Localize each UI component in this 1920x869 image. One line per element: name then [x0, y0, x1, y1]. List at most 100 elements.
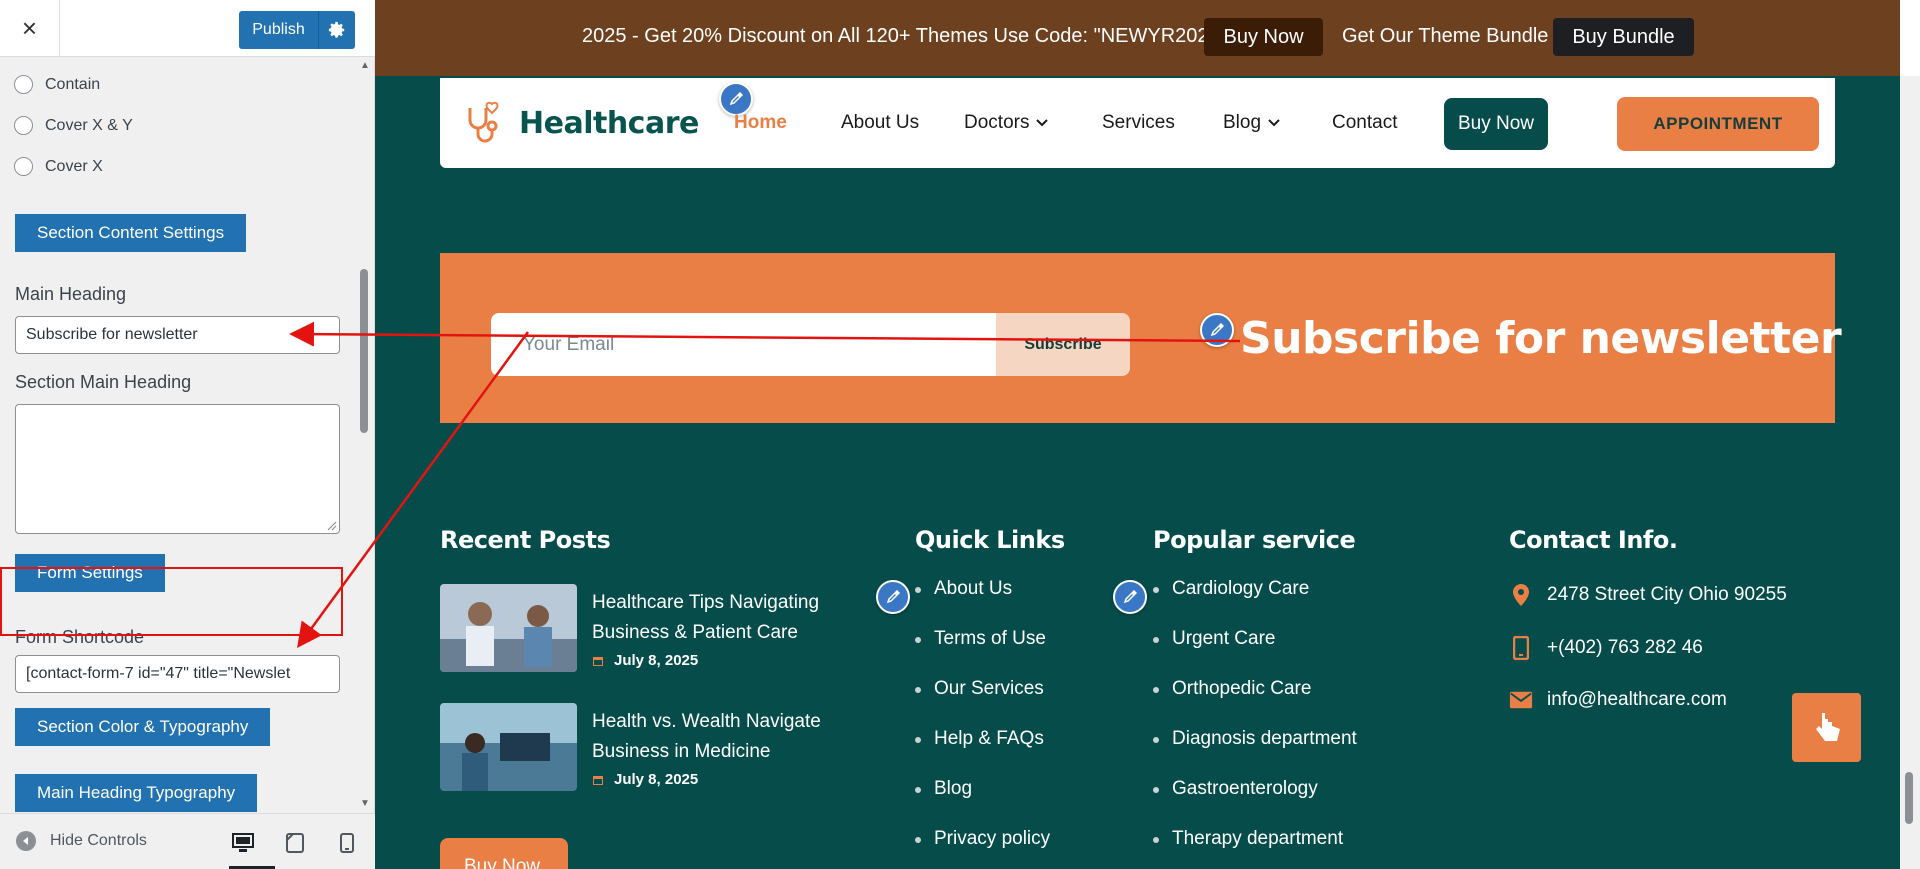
close-customizer-button[interactable]: × — [0, 0, 60, 57]
nav-home[interactable]: Home — [734, 112, 787, 134]
scrollbar-thumb[interactable] — [1905, 772, 1913, 824]
hand-pointer-icon — [1815, 712, 1840, 741]
address-text: 2478 Street City Ohio 90255 — [1547, 584, 1787, 605]
service-item[interactable]: Gastroenterology — [1153, 778, 1357, 828]
preview-scrollbar[interactable] — [1900, 76, 1920, 869]
hide-controls-button[interactable]: Hide Controls — [16, 831, 147, 851]
nav-services[interactable]: Services — [1102, 112, 1175, 134]
subscribe-button[interactable]: Subscribe — [996, 313, 1130, 376]
promo-buy-bundle-button[interactable]: Buy Bundle — [1553, 18, 1694, 56]
service-item[interactable]: Cardiology Care — [1153, 578, 1357, 628]
popular-service-list: Cardiology Care Urgent Care Orthopedic C… — [1153, 578, 1357, 869]
quick-links-heading: Quick Links — [915, 526, 1065, 554]
section-main-heading-textarea[interactable] — [15, 404, 340, 534]
pencil-icon — [1210, 323, 1224, 337]
quick-link-item[interactable]: Privacy policy — [915, 828, 1050, 869]
scroll-up-icon[interactable]: ▲ — [360, 60, 370, 71]
post-title[interactable]: Health vs. Wealth Navigate Business in M… — [592, 707, 862, 767]
device-desktop-button[interactable] — [228, 828, 258, 858]
nav-buy-now-button[interactable]: Buy Now — [1444, 98, 1548, 150]
site-navbar: Healthcare Home About Us Doctors Service… — [440, 78, 1835, 168]
floating-accessibility-button[interactable] — [1792, 693, 1861, 762]
publish-settings-button[interactable] — [319, 11, 355, 49]
service-item[interactable]: Orthopedic Care — [1153, 678, 1357, 728]
nav-label: Blog — [1223, 112, 1262, 133]
tablet-icon — [286, 833, 304, 853]
device-mobile-button[interactable] — [332, 828, 362, 858]
recent-post-item[interactable]: Health vs. Wealth Navigate Business in M… — [440, 703, 860, 793]
nav-blog[interactable]: Blog — [1223, 112, 1281, 134]
quick-link-item[interactable]: Blog — [915, 778, 1050, 828]
phone-text[interactable]: +(402) 763 282 46 — [1547, 637, 1703, 659]
sidebar-scrollbar[interactable]: ▲ ▼ — [357, 58, 371, 813]
main-heading-typography-button[interactable]: Main Heading Typography — [15, 774, 258, 812]
quick-link-item[interactable]: Terms of Use — [915, 628, 1050, 678]
post-thumbnail[interactable] — [440, 703, 577, 791]
resize-grip-icon[interactable] — [327, 521, 337, 531]
email-text[interactable]: info@healthcare.com — [1547, 689, 1727, 711]
newsletter-section: Your Email Subscribe Subscribe for newsl… — [440, 253, 1842, 423]
edit-quick-links-pencil[interactable] — [876, 580, 910, 614]
pencil-icon — [1123, 590, 1137, 604]
post-thumbnail[interactable] — [440, 584, 577, 672]
section-content-settings-button[interactable]: Section Content Settings — [15, 214, 247, 252]
device-tablet-button[interactable] — [280, 828, 310, 858]
section-color-typography-button[interactable]: Section Color & Typography — [15, 708, 271, 746]
post-date: July 8, 2025 — [592, 771, 698, 788]
mobile-icon — [340, 833, 354, 853]
form-shortcode-input[interactable]: [contact-form-7 id="47" title="Newslet — [15, 655, 340, 693]
promo-bar: 2025 - Get 20% Discount on All 120+ Them… — [375, 0, 1900, 76]
nav-label: Home — [734, 112, 787, 133]
scrollbar-thumb[interactable] — [360, 269, 368, 433]
newsletter-email-input[interactable]: Your Email — [491, 313, 996, 376]
publish-button[interactable]: Publish — [239, 11, 319, 49]
radio-label: Contain — [45, 75, 101, 93]
post-title[interactable]: Healthcare Tips Navigating Business & Pa… — [592, 588, 862, 648]
customizer-panel: Contain Cover X & Y Cover X Section Cont… — [0, 58, 357, 813]
newsletter-heading: Subscribe for newsletter — [1240, 313, 1842, 364]
desktop-icon — [232, 833, 254, 852]
pencil-icon — [886, 590, 900, 604]
main-heading-input[interactable]: Subscribe for newsletter — [15, 316, 340, 354]
recent-post-item[interactable]: Healthcare Tips Navigating Business & Pa… — [440, 584, 860, 674]
nav-about-us[interactable]: About Us — [841, 112, 919, 134]
footer-buy-now-button[interactable]: Buy Now — [440, 838, 568, 869]
contact-phone[interactable]: +(402) 763 282 46 — [1509, 635, 1703, 661]
nav-doctors[interactable]: Doctors — [964, 112, 1049, 134]
service-item[interactable]: Urgent Care — [1153, 628, 1357, 678]
radio-cover-x-y[interactable]: Cover X & Y — [14, 116, 133, 135]
mobile-phone-icon — [1509, 635, 1533, 661]
radio-label: Cover X — [45, 157, 103, 175]
site-preview: 2025 - Get 20% Discount on All 120+ Them… — [375, 0, 1900, 869]
radio-contain[interactable]: Contain — [14, 75, 100, 94]
service-item[interactable]: Diagnosis department — [1153, 728, 1357, 778]
quick-link-item[interactable]: About Us — [915, 578, 1050, 628]
radio-circle[interactable] — [14, 157, 33, 176]
radio-cover-x[interactable]: Cover X — [14, 157, 103, 176]
radio-circle[interactable] — [14, 116, 33, 135]
service-item[interactable]: Therapy department — [1153, 828, 1357, 869]
site-logo-text[interactable]: Healthcare — [519, 106, 699, 141]
edit-logo-pencil[interactable] — [719, 82, 753, 116]
appointment-button[interactable]: APPOINTMENT — [1617, 97, 1819, 151]
quick-link-item[interactable]: Help & FAQs — [915, 728, 1050, 778]
annotation-highlight-box — [0, 567, 343, 636]
nav-contact[interactable]: Contact — [1332, 112, 1397, 134]
radio-circle[interactable] — [14, 75, 33, 94]
stethoscope-logo-icon[interactable] — [462, 98, 510, 146]
post-date-text: July 8, 2025 — [614, 652, 699, 669]
contact-email[interactable]: info@healthcare.com — [1509, 687, 1727, 713]
section-main-heading-label: Section Main Heading — [15, 372, 192, 392]
edit-newsletter-pencil[interactable] — [1200, 313, 1234, 347]
edit-popular-service-pencil[interactable] — [1113, 580, 1147, 614]
nav-label: About Us — [841, 112, 920, 133]
quick-link-item[interactable]: Our Services — [915, 678, 1050, 728]
post-date-text: July 8, 2025 — [614, 771, 699, 788]
customizer-footer: Hide Controls — [0, 813, 375, 869]
calendar-icon — [593, 656, 603, 666]
promo-buy-now-button[interactable]: Buy Now — [1204, 18, 1323, 56]
collapse-icon — [16, 831, 36, 851]
contact-info-heading: Contact Info. — [1509, 526, 1678, 554]
scroll-down-icon[interactable]: ▼ — [360, 798, 370, 809]
publish-button-group: Publish — [239, 11, 355, 49]
